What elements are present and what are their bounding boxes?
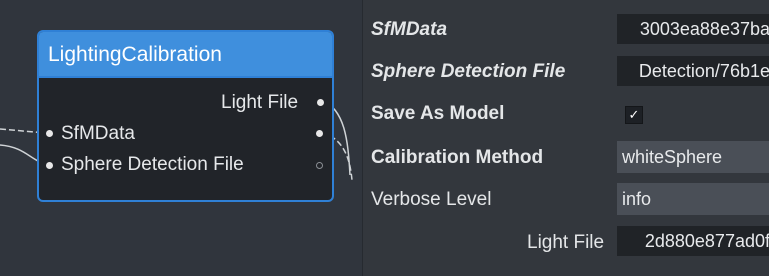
- node-title: LightingCalibration: [48, 43, 222, 66]
- light-file-field[interactable]: 2d880e877ad0f: [617, 226, 769, 256]
- input-port-label-sphere-detection-file: Sphere Detection File: [61, 154, 244, 175]
- verbose-level-value: info: [622, 189, 652, 209]
- save-as-model-checkbox[interactable]: ✓: [625, 106, 643, 124]
- sfmdata-value: 3003ea88e37ba: [639, 19, 769, 39]
- attribute-label-sfmdata: SfMData: [371, 19, 448, 40]
- attribute-label-verbose-level: Verbose Level: [371, 189, 492, 210]
- calibration-method-dropdown[interactable]: whiteSphere: [617, 141, 769, 173]
- output-port-label-light-file: Light File: [221, 92, 299, 113]
- input-port-sfmdata[interactable]: [46, 130, 53, 137]
- output-port-light-file[interactable]: [317, 99, 324, 106]
- attribute-label-sphere-detection-file: Sphere Detection File: [371, 61, 566, 82]
- attribute-row-save-as-model: Save As Model ✓: [363, 98, 769, 130]
- attribute-label-save-as-model: Save As Model: [371, 103, 505, 124]
- output-port-sphere-detection[interactable]: [316, 162, 323, 169]
- verbose-level-dropdown[interactable]: info: [617, 183, 769, 215]
- attribute-label-light-file: Light File: [527, 232, 605, 253]
- lighting-calibration-node[interactable]: LightingCalibration Light File SfMData S…: [37, 30, 334, 202]
- attribute-editor: SfMData 3003ea88e37ba Sphere Detection F…: [362, 0, 769, 276]
- attribute-row-calibration-method: Calibration Method whiteSphere: [363, 141, 769, 173]
- sphere-detection-file-value: Detection/76b1e: [638, 61, 769, 81]
- input-port-sphere-detection-file[interactable]: [46, 162, 53, 169]
- node-header[interactable]: LightingCalibration: [39, 32, 332, 78]
- attribute-row-sphere-detection-file: Sphere Detection File Detection/76b1e: [363, 56, 769, 88]
- input-port-label-sfmdata: SfMData: [61, 123, 135, 144]
- sphere-detection-file-field[interactable]: Detection/76b1e: [617, 56, 769, 86]
- light-file-value: 2d880e877ad0f: [644, 231, 769, 251]
- attribute-row-verbose-level: Verbose Level info: [363, 183, 769, 215]
- output-port-sfmdata[interactable]: [316, 130, 323, 137]
- attribute-label-calibration-method: Calibration Method: [371, 147, 544, 168]
- calibration-method-value: whiteSphere: [622, 147, 723, 167]
- sfmdata-field[interactable]: 3003ea88e37ba: [617, 14, 769, 44]
- node-graph-panel[interactable]: LightingCalibration Light File SfMData S…: [0, 0, 362, 276]
- attribute-row-sfmdata: SfMData 3003ea88e37ba: [363, 14, 769, 46]
- attribute-row-light-file: Light File 2d880e877ad0f: [363, 226, 769, 258]
